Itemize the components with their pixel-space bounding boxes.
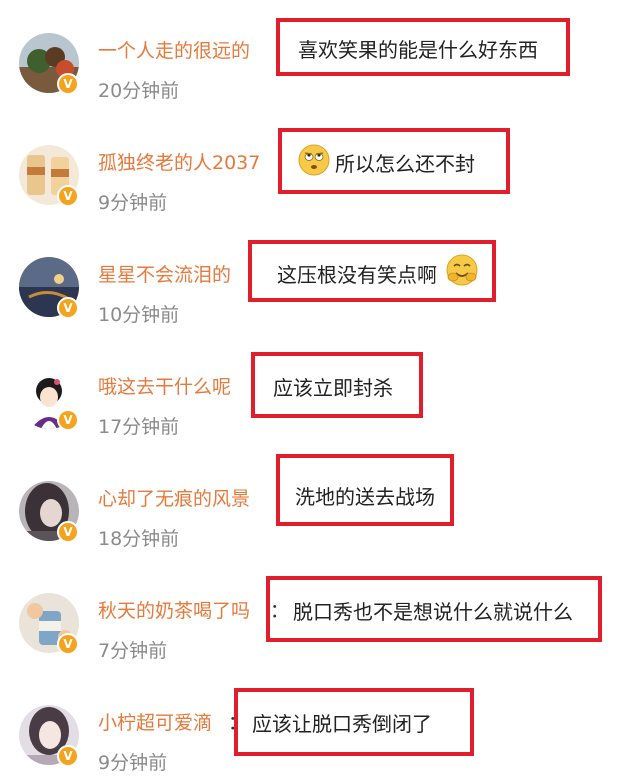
comment-item: V 秋天的奶茶喝了吗 ： ： 脱口秀也不是想说什么就说什么 7分钟前 xyxy=(0,560,640,672)
verified-badge-icon: V xyxy=(57,633,79,655)
username-link[interactable]: 秋天的奶茶喝了吗 xyxy=(98,596,250,623)
verified-badge-icon: V xyxy=(57,185,79,207)
comment-text: 应该让脱口秀倒闭了 xyxy=(252,712,432,736)
comment-text: 这压根没有笑点啊 xyxy=(277,263,437,287)
verified-badge-icon: V xyxy=(57,73,79,95)
hug-emoji-icon xyxy=(446,254,478,286)
comment-item: V 星星不会流泪的 10分钟前 这压根没有笑点啊 xyxy=(0,224,640,336)
comment-text: 应该立即封杀 xyxy=(273,376,393,400)
comment-timestamp: 20分钟前 xyxy=(98,80,180,102)
username-link[interactable]: 孤独终老的人2037 xyxy=(98,148,260,175)
username-colon: ： xyxy=(270,600,290,622)
verified-badge-icon: V xyxy=(57,521,79,543)
verified-badge-icon: V xyxy=(57,409,79,431)
comment-timestamp: 17分钟前 xyxy=(98,416,180,438)
comment-text: 洗地的送去战场 xyxy=(295,485,435,509)
comment-timestamp: 9分钟前 xyxy=(98,192,168,214)
comment-text: 所以怎么还不封 xyxy=(335,152,475,176)
username-link[interactable]: 哦这去干什么呢 xyxy=(98,372,231,399)
comment-item: V 孤独终老的人2037 9分钟前 所以怎么还不封 xyxy=(0,112,640,224)
comment-timestamp: 7分钟前 xyxy=(98,640,168,662)
comment-text: 喜欢笑果的能是什么好东西 xyxy=(298,38,538,62)
verified-badge-icon: V xyxy=(57,745,79,767)
username-colon: ： xyxy=(228,712,248,734)
username-link[interactable]: 星星不会流泪的 xyxy=(98,260,231,287)
comment-item: V 哦这去干什么呢 17分钟前 应该立即封杀 xyxy=(0,336,640,448)
comment-item: V 心却了无痕的风景 18分钟前 洗地的送去战场 xyxy=(0,448,640,560)
comment-timestamp: 10分钟前 xyxy=(98,304,180,326)
comment-text: 脱口秀也不是想说什么就说什么 xyxy=(293,600,573,624)
comment-item: V 小柠超可爱滴 ： 应该让脱口秀倒闭了 9分钟前 xyxy=(0,672,640,784)
username-link[interactable]: 心却了无痕的风景 xyxy=(98,484,250,511)
username-link[interactable]: 小柠超可爱滴 xyxy=(98,708,212,735)
username-link[interactable]: 一个人走的很远的 xyxy=(98,36,250,63)
comment-timestamp: 18分钟前 xyxy=(98,528,180,550)
comment-item: V 一个人走的很远的 20分钟前 喜欢笑果的能是什么好东西 xyxy=(0,0,640,112)
verified-badge-icon: V xyxy=(57,297,79,319)
comment-timestamp: 9分钟前 xyxy=(98,752,168,774)
eye-roll-emoji-icon xyxy=(298,144,330,176)
